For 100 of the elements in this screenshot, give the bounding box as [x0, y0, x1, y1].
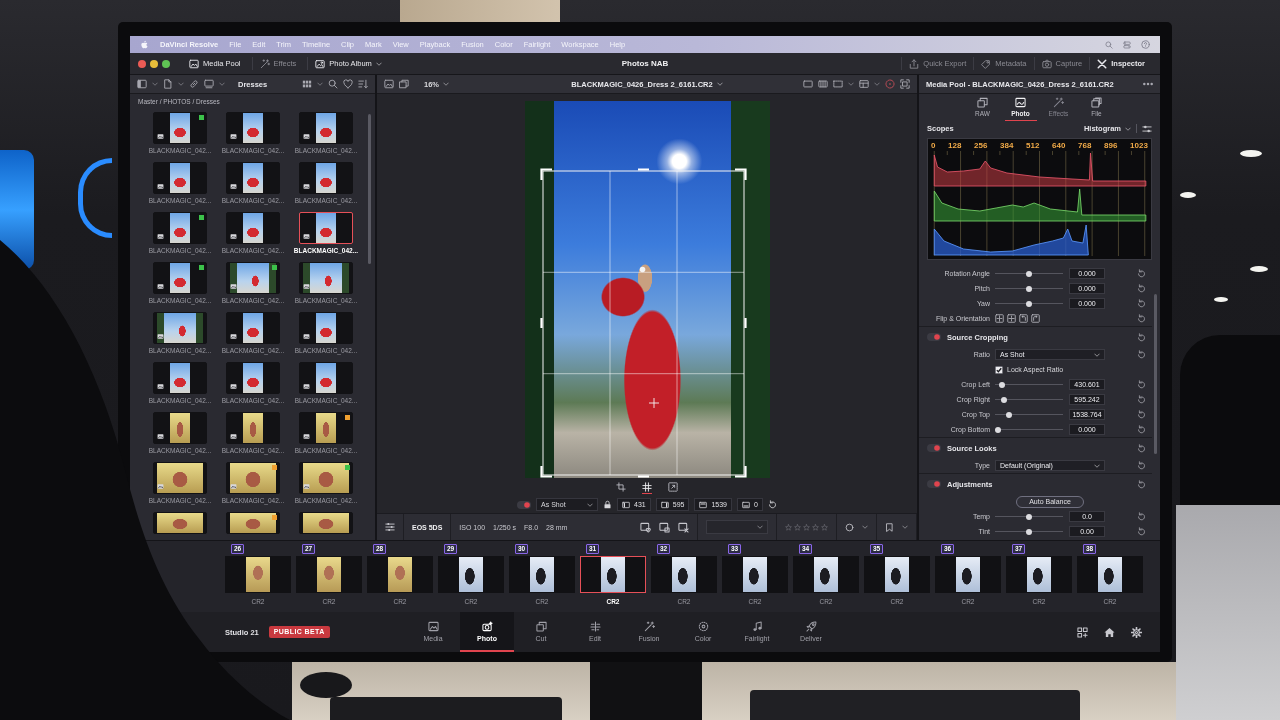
- caret-icon[interactable]: [902, 524, 908, 530]
- star-icon[interactable]: [821, 523, 828, 531]
- thumbnail[interactable]: [299, 312, 353, 344]
- clip-thumbnail[interactable]: [296, 556, 362, 593]
- sliders-icon[interactable]: [1142, 123, 1152, 134]
- rotate-left-icon[interactable]: [1019, 314, 1028, 323]
- slider-thumb[interactable]: [999, 381, 1006, 388]
- layers-icon[interactable]: [399, 79, 409, 89]
- clip-thumbnail[interactable]: [367, 556, 433, 593]
- bookmark-icon[interactable]: [885, 522, 894, 532]
- clip-thumbnail[interactable]: [935, 556, 1001, 593]
- reset-icon[interactable]: [1137, 269, 1146, 278]
- reset-icon[interactable]: [1137, 410, 1146, 419]
- reset-icon[interactable]: [1137, 314, 1146, 323]
- layout-icon[interactable]: [859, 79, 869, 89]
- dotted-circle-icon[interactable]: [885, 79, 895, 89]
- clip-thumbnail[interactable]: [793, 556, 859, 593]
- thumbnail[interactable]: [299, 362, 353, 394]
- thumbnail[interactable]: [299, 462, 353, 494]
- reset-icon[interactable]: [1137, 350, 1146, 359]
- reset-icon[interactable]: [1137, 425, 1146, 434]
- slider-thumb[interactable]: [1026, 285, 1032, 292]
- sidebar-icon[interactable]: [137, 79, 147, 89]
- thumbnail[interactable]: [299, 112, 353, 144]
- caret-icon[interactable]: [862, 524, 868, 530]
- sliders-icon[interactable]: [385, 522, 395, 532]
- reset-icon[interactable]: [1137, 299, 1146, 308]
- thumbnail[interactable]: [299, 262, 353, 294]
- thumbnail[interactable]: [226, 212, 280, 244]
- reset-icon[interactable]: [1137, 527, 1146, 536]
- settings-icon[interactable]: [1131, 626, 1142, 638]
- slider-thumb[interactable]: [1026, 270, 1032, 277]
- section-toggle[interactable]: [927, 444, 941, 452]
- dashed-frame-icon[interactable]: [833, 79, 843, 89]
- rotate-right-icon[interactable]: [1031, 314, 1040, 323]
- star-icon[interactable]: [812, 523, 819, 531]
- checkbox[interactable]: [995, 365, 1003, 374]
- flip-horizontal-icon[interactable]: [995, 314, 1004, 323]
- thumbnail[interactable]: [226, 162, 280, 194]
- zoom-button[interactable]: [162, 59, 170, 68]
- thumbnail[interactable]: [153, 362, 207, 394]
- reset-icon[interactable]: [1137, 461, 1146, 470]
- thumbnail[interactable]: [226, 512, 280, 534]
- section-toggle[interactable]: [927, 480, 941, 488]
- crop-frame[interactable]: [539, 168, 747, 478]
- thumbnail[interactable]: [153, 162, 207, 194]
- home-icon[interactable]: [1104, 626, 1115, 638]
- image-stack-icon[interactable]: [659, 521, 670, 533]
- thumbnail[interactable]: [226, 462, 280, 494]
- thumbnail[interactable]: [153, 312, 207, 344]
- clip-thumbnail[interactable]: [864, 556, 930, 593]
- slider-thumb[interactable]: [1026, 528, 1032, 535]
- clip-thumbnail[interactable]: [580, 556, 646, 593]
- scrollbar[interactable]: [1154, 294, 1157, 454]
- clip-thumbnail[interactable]: [1077, 556, 1143, 593]
- image-remove-icon[interactable]: [678, 521, 689, 533]
- lock-icon[interactable]: [603, 500, 613, 509]
- single-view-icon[interactable]: [803, 79, 813, 89]
- link-icon[interactable]: [189, 79, 199, 89]
- clip-thumbnail[interactable]: [651, 556, 717, 593]
- thumbnail[interactable]: [153, 212, 207, 244]
- crop-icon[interactable]: [616, 481, 626, 494]
- heart-icon[interactable]: [343, 79, 353, 89]
- reset-icon[interactable]: [1137, 479, 1146, 489]
- thumbnail[interactable]: [226, 362, 280, 394]
- clip-thumbnail[interactable]: [225, 556, 291, 593]
- transform-icon[interactable]: [668, 481, 678, 494]
- clip-thumbnail[interactable]: [722, 556, 788, 593]
- thumbnail[interactable]: [226, 112, 280, 144]
- slider-thumb[interactable]: [1000, 396, 1007, 403]
- circle-icon[interactable]: [845, 522, 854, 532]
- clip-thumbnail[interactable]: [1006, 556, 1072, 593]
- reset-icon[interactable]: [1137, 332, 1146, 342]
- reset-icon[interactable]: [1137, 380, 1146, 389]
- star-icon[interactable]: [803, 523, 810, 531]
- reset-icon[interactable]: [1137, 443, 1146, 453]
- thumbnail[interactable]: [153, 512, 207, 534]
- star-icon[interactable]: [785, 523, 792, 531]
- star-icon[interactable]: [794, 523, 801, 531]
- thumbnail[interactable]: [299, 512, 353, 534]
- flip-vertical-icon[interactable]: [1007, 314, 1016, 323]
- reset-icon[interactable]: [767, 500, 777, 509]
- thumbnail-view-icon[interactable]: [204, 79, 214, 89]
- slider-thumb[interactable]: [995, 426, 1001, 433]
- image-view-icon[interactable]: [384, 79, 394, 89]
- enable-toggle[interactable]: [517, 500, 532, 509]
- grid-plus-icon[interactable]: [1077, 626, 1088, 638]
- clip-thumbnail[interactable]: [509, 556, 575, 593]
- document-icon[interactable]: [163, 79, 173, 89]
- thumbnail[interactable]: [153, 112, 207, 144]
- thumbnail[interactable]: [299, 162, 353, 194]
- reset-icon[interactable]: [1137, 395, 1146, 404]
- fullscreen-icon[interactable]: [900, 79, 910, 89]
- slider-thumb[interactable]: [1005, 411, 1012, 418]
- rotation-handle[interactable]: [638, 266, 646, 273]
- thumbnail[interactable]: [153, 262, 207, 294]
- section-toggle[interactable]: [927, 333, 941, 341]
- slider-track[interactable]: [995, 426, 1063, 433]
- slider-thumb[interactable]: [1026, 300, 1032, 307]
- clip-thumbnail[interactable]: [438, 556, 504, 593]
